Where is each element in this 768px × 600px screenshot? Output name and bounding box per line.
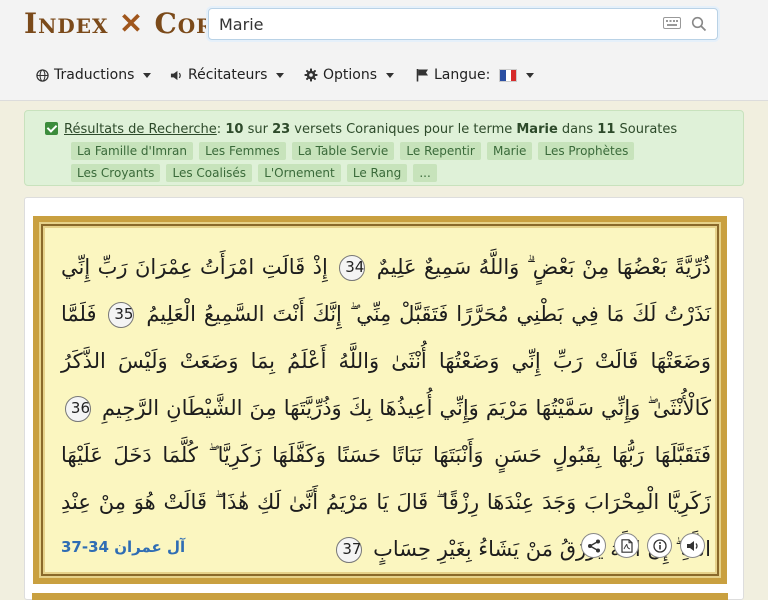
nav-options[interactable]: Options	[304, 60, 395, 90]
audio-icon	[686, 540, 698, 551]
results-phrase: versets Coraniques pour le terme	[294, 122, 513, 137]
sourate-tag[interactable]: Le Rang	[346, 164, 408, 182]
search-input[interactable]	[219, 13, 649, 35]
verse-frame: ذُرِّيَّةً بَعْضُهَا مِنْ بَعْضٍ ۗ وَالل…	[33, 216, 727, 584]
results-dans: dans	[561, 122, 594, 137]
search-results-summary: Résultats de Recherche: 10 sur 23 verset…	[24, 110, 744, 186]
header: Index ✕ Coran Traductions	[0, 0, 768, 101]
pdf-icon	[620, 538, 633, 553]
sourate-tag[interactable]: Les Croyants	[71, 164, 161, 182]
logo-first: Index	[24, 7, 109, 40]
sourate-tag[interactable]: La Table Servie	[291, 142, 395, 160]
nav-reciters[interactable]: Récitateurs	[170, 60, 285, 90]
sourate-tag[interactable]: L'Ornement	[258, 164, 341, 182]
results-term: Marie	[516, 122, 558, 137]
results-sourates-label: Sourates	[619, 122, 678, 137]
info-icon	[652, 538, 667, 553]
chevron-down-icon	[386, 72, 395, 78]
nav-translations[interactable]: Traductions	[36, 60, 152, 90]
verse-segment: ذُرِّيَّةً بَعْضُهَا مِنْ بَعْضٍ ۗ وَالل…	[376, 255, 711, 279]
sourate-tag[interactable]: Les Coalisés	[166, 164, 253, 182]
verse-number: 34	[339, 255, 366, 281]
keyboard-icon[interactable]	[663, 16, 681, 30]
sourate-tag[interactable]: Marie	[486, 142, 533, 160]
info-button[interactable]	[647, 533, 672, 558]
gear-icon	[304, 68, 318, 82]
nav-language[interactable]: Langue:	[416, 60, 535, 90]
sourate-tag[interactable]: Le Repentir	[400, 142, 481, 160]
nav-options-label: Options	[323, 67, 378, 83]
verse-actions	[581, 533, 705, 558]
results-total: 23	[272, 122, 291, 137]
verse-number: 37	[336, 537, 363, 563]
results-sur: sur	[247, 122, 268, 137]
results-count: 10	[225, 122, 244, 137]
search-box	[208, 8, 718, 40]
globe-icon	[36, 68, 49, 82]
results-sourates-count: 11	[597, 122, 616, 137]
pdf-button[interactable]	[614, 533, 639, 558]
verse-text: ذُرِّيَّةً بَعْضُهَا مِنْ بَعْضٍ ۗ وَالل…	[61, 244, 711, 573]
chevron-down-icon	[526, 72, 535, 78]
audio-button[interactable]	[680, 533, 705, 558]
sourate-tag[interactable]: Les Prophètes	[538, 142, 635, 160]
verse-number: 35	[108, 302, 135, 328]
results-line: Résultats de Recherche: 10 sur 23 verset…	[45, 122, 677, 137]
speaker-icon	[170, 70, 181, 80]
checkbox-icon[interactable]	[45, 122, 58, 135]
french-flag-icon	[499, 68, 518, 82]
chevron-down-icon	[143, 72, 152, 78]
results-colon: :	[216, 122, 222, 137]
share-button[interactable]	[581, 533, 606, 558]
verse-number: 36	[65, 396, 91, 422]
sourate-tag[interactable]: La Famille d'Imran	[71, 142, 193, 160]
chevron-down-icon	[276, 72, 285, 78]
sourate-tag[interactable]: Les Femmes	[199, 142, 286, 160]
nav-reciters-label: Récitateurs	[188, 67, 268, 83]
more-tags[interactable]: ...	[413, 164, 437, 182]
results-link[interactable]: Résultats de Recherche	[64, 122, 217, 137]
sourate-tags: La Famille d'Imran Les Femmes La Table S…	[71, 142, 731, 186]
main-nav: Traductions Récitateurs Options Langue:	[0, 60, 768, 90]
share-icon	[587, 539, 600, 552]
logo-x-mark: ✕	[119, 7, 144, 40]
nav-language-label: Langue:	[434, 67, 491, 83]
verse-reference[interactable]: آل عمران 34-37	[61, 538, 185, 556]
verse-card: ذُرِّيَّةً بَعْضُهَا مِنْ بَعْضٍ ۗ وَالل…	[24, 197, 744, 600]
next-verse-frame-edge	[32, 593, 728, 600]
nav-translations-label: Traductions	[54, 67, 135, 83]
search-icon[interactable]	[691, 16, 707, 32]
flag-icon	[416, 69, 428, 82]
